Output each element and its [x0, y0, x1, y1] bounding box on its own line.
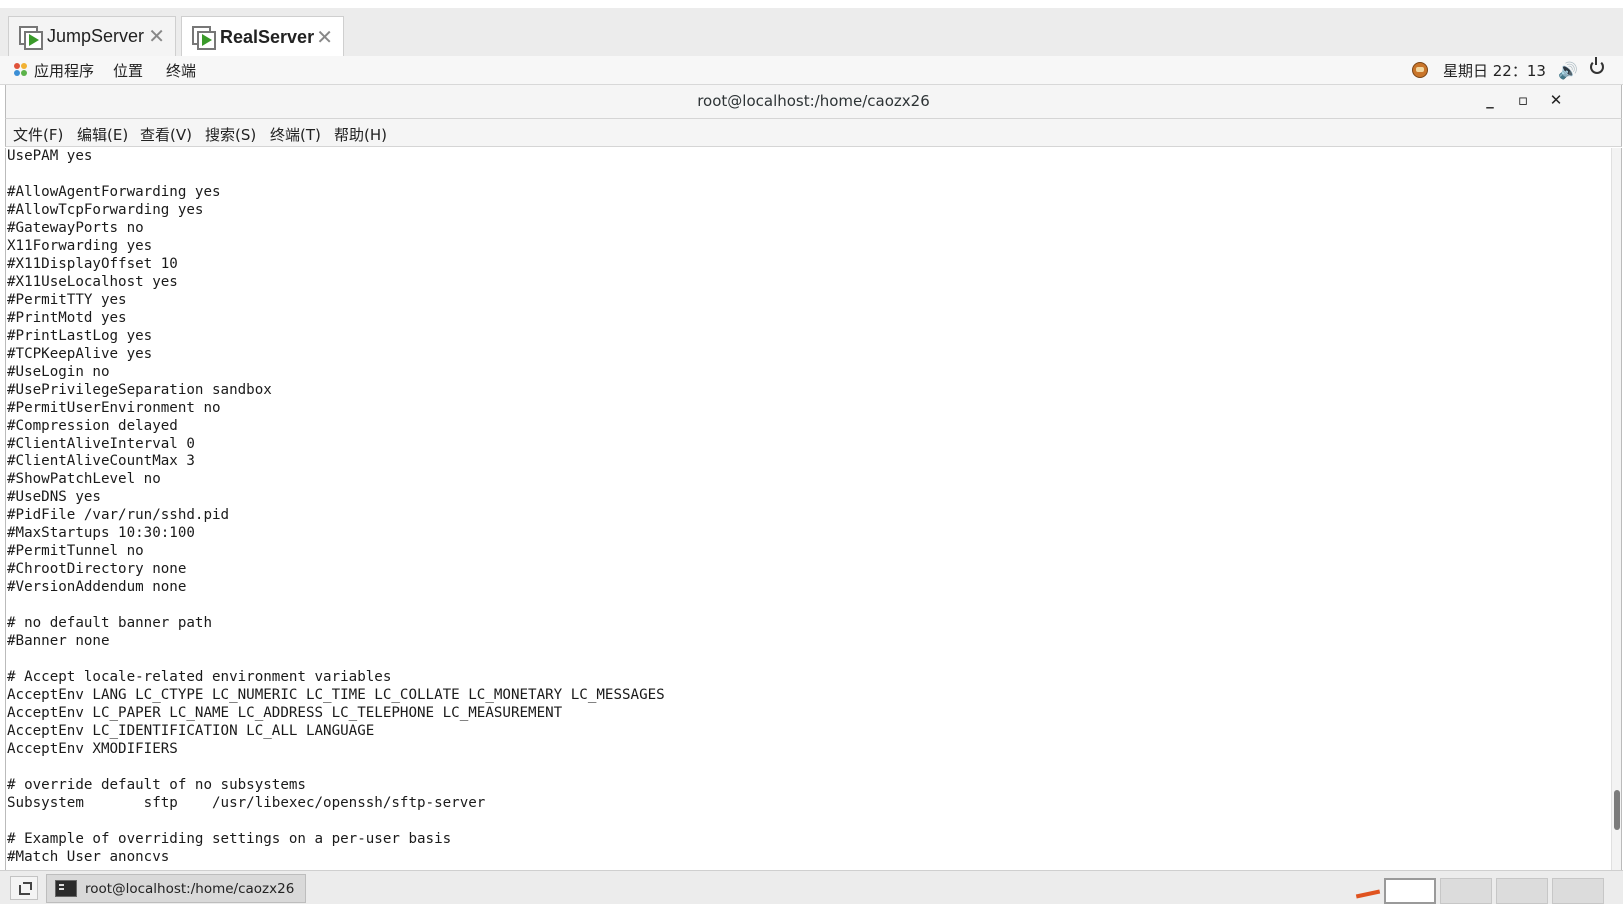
terminal-line: #PermitTTY yes	[7, 291, 127, 308]
tab-label: JumpServer	[47, 26, 145, 46]
workspace-3[interactable]	[1496, 878, 1548, 904]
terminal-line: Subsystem sftp /usr/libexec/openssh/sftp…	[7, 794, 486, 811]
terminal-line: #PidFile /var/run/sshd.pid	[7, 507, 230, 524]
bottom-taskbar: root@localhost:/home/caozx26	[0, 870, 1623, 904]
terminal-app-menu[interactable]: 终端	[166, 60, 196, 81]
minimize-button[interactable]: _	[1479, 91, 1501, 113]
menu-terminal[interactable]: 终端(T)	[270, 124, 321, 145]
terminal-line: # Example of overriding settings on a pe…	[7, 830, 452, 847]
menu-edit[interactable]: 编辑(E)	[77, 124, 128, 145]
show-desktop-icon[interactable]	[10, 876, 38, 900]
terminal-line: #Banner none	[7, 633, 110, 650]
gnome-top-bar: 应用程序 位置 终端 星期日 22：13 🔊	[0, 56, 1623, 85]
taskbar-window-label: root@localhost:/home/caozx26	[85, 880, 295, 897]
terminal-line: #ClientAliveCountMax 3	[7, 453, 195, 470]
terminal-line: #ClientAliveInterval 0	[7, 435, 195, 452]
terminal-line: #Compression delayed	[7, 417, 178, 434]
window-title: root@localhost:/home/caozx26	[697, 92, 930, 110]
apps-icon	[14, 63, 28, 77]
scrollbar-thumb[interactable]	[1614, 790, 1620, 830]
close-button[interactable]: ✕	[1545, 91, 1567, 113]
window-titlebar[interactable]: root@localhost:/home/caozx26 _ ▫ ✕	[5, 85, 1622, 119]
terminal-line: X11Forwarding yes	[7, 237, 153, 254]
workspace-1[interactable]	[1384, 878, 1436, 904]
terminal-menubar: 文件(F) 编辑(E) 查看(V) 搜索(S) 终端(T) 帮助(H)	[5, 119, 1622, 147]
terminal-line: UsePAM yes	[7, 148, 93, 164]
menu-help[interactable]: 帮助(H)	[334, 124, 387, 145]
terminal-line: AcceptEnv XMODIFIERS	[7, 740, 178, 757]
terminal-line: # Accept locale-related environment vari…	[7, 669, 392, 686]
terminal-line: #Match User anoncvs	[7, 848, 170, 865]
terminal-line: #PrintMotd yes	[7, 309, 127, 326]
clock[interactable]: 星期日 22：13	[1443, 60, 1546, 81]
taskbar-window-button[interactable]: root@localhost:/home/caozx26	[46, 874, 306, 903]
terminal-line: #TCPKeepAlive yes	[7, 345, 153, 362]
workspace-4[interactable]	[1552, 878, 1604, 904]
terminal-line: AcceptEnv LC_IDENTIFICATION LC_ALL LANGU…	[7, 723, 375, 739]
close-icon[interactable]: ✕	[316, 25, 333, 50]
terminal-line: AcceptEnv LC_PAPER LC_NAME LC_ADDRESS LC…	[7, 705, 563, 722]
power-icon[interactable]	[1590, 57, 1604, 74]
terminal-line: #VersionAddendum none	[7, 579, 187, 596]
terminal-line: #ShowPatchLevel no	[7, 471, 161, 488]
terminal-line: #PermitUserEnvironment no	[7, 399, 221, 416]
terminal-icon	[55, 880, 77, 897]
terminal-line: #PrintLastLog yes	[7, 327, 153, 344]
tab-realserver[interactable]: RealServer ✕	[181, 16, 344, 57]
terminal-line: AcceptEnv LANG LC_CTYPE LC_NUMERIC LC_TI…	[7, 687, 665, 704]
avatar-icon[interactable]	[1412, 62, 1428, 78]
menu-search[interactable]: 搜索(S)	[205, 124, 256, 145]
vm-tab-bar: JumpServer ✕ RealServer ✕	[0, 8, 1623, 57]
terminal-line: # override default of no subsystems	[7, 776, 306, 793]
places-menu[interactable]: 位置	[113, 60, 143, 81]
terminal-line: # no default banner path	[7, 615, 212, 632]
terminal-line: #X11DisplayOffset 10	[7, 255, 178, 272]
maximize-button[interactable]: ▫	[1512, 91, 1534, 113]
terminal-output[interactable]: UsePAM yes #AllowAgentForwarding yes #Allo…	[5, 148, 1611, 870]
menu-view[interactable]: 查看(V)	[140, 124, 192, 145]
terminal-line: #ChrootDirectory none	[7, 561, 187, 578]
vm-icon	[19, 25, 43, 50]
tab-jumpserver[interactable]: JumpServer ✕	[8, 16, 176, 56]
terminal-line: #UseLogin no	[7, 363, 110, 380]
vm-icon	[192, 26, 216, 50]
menu-file[interactable]: 文件(F)	[13, 124, 63, 145]
terminal-line: #AllowAgentForwarding yes	[7, 183, 221, 200]
applications-menu[interactable]: 应用程序	[34, 60, 94, 81]
workspace-2[interactable]	[1440, 878, 1492, 904]
terminal-line: #AllowTcpForwarding yes	[7, 201, 204, 218]
terminal-line: #UsePrivilegeSeparation sandbox	[7, 381, 272, 398]
terminal-line: #X11UseLocalhost yes	[7, 273, 178, 290]
terminal-line: #PermitTunnel no	[7, 543, 144, 560]
close-icon[interactable]: ✕	[148, 24, 165, 49]
terminal-scrollbar[interactable]	[1611, 148, 1622, 870]
tab-label: RealServer	[220, 26, 315, 47]
terminal-line: #MaxStartups 10:30:100	[7, 525, 195, 542]
terminal-line: #UseDNS yes	[7, 489, 101, 506]
volume-icon[interactable]: 🔊	[1558, 61, 1578, 80]
terminal-line: #GatewayPorts no	[7, 219, 144, 236]
